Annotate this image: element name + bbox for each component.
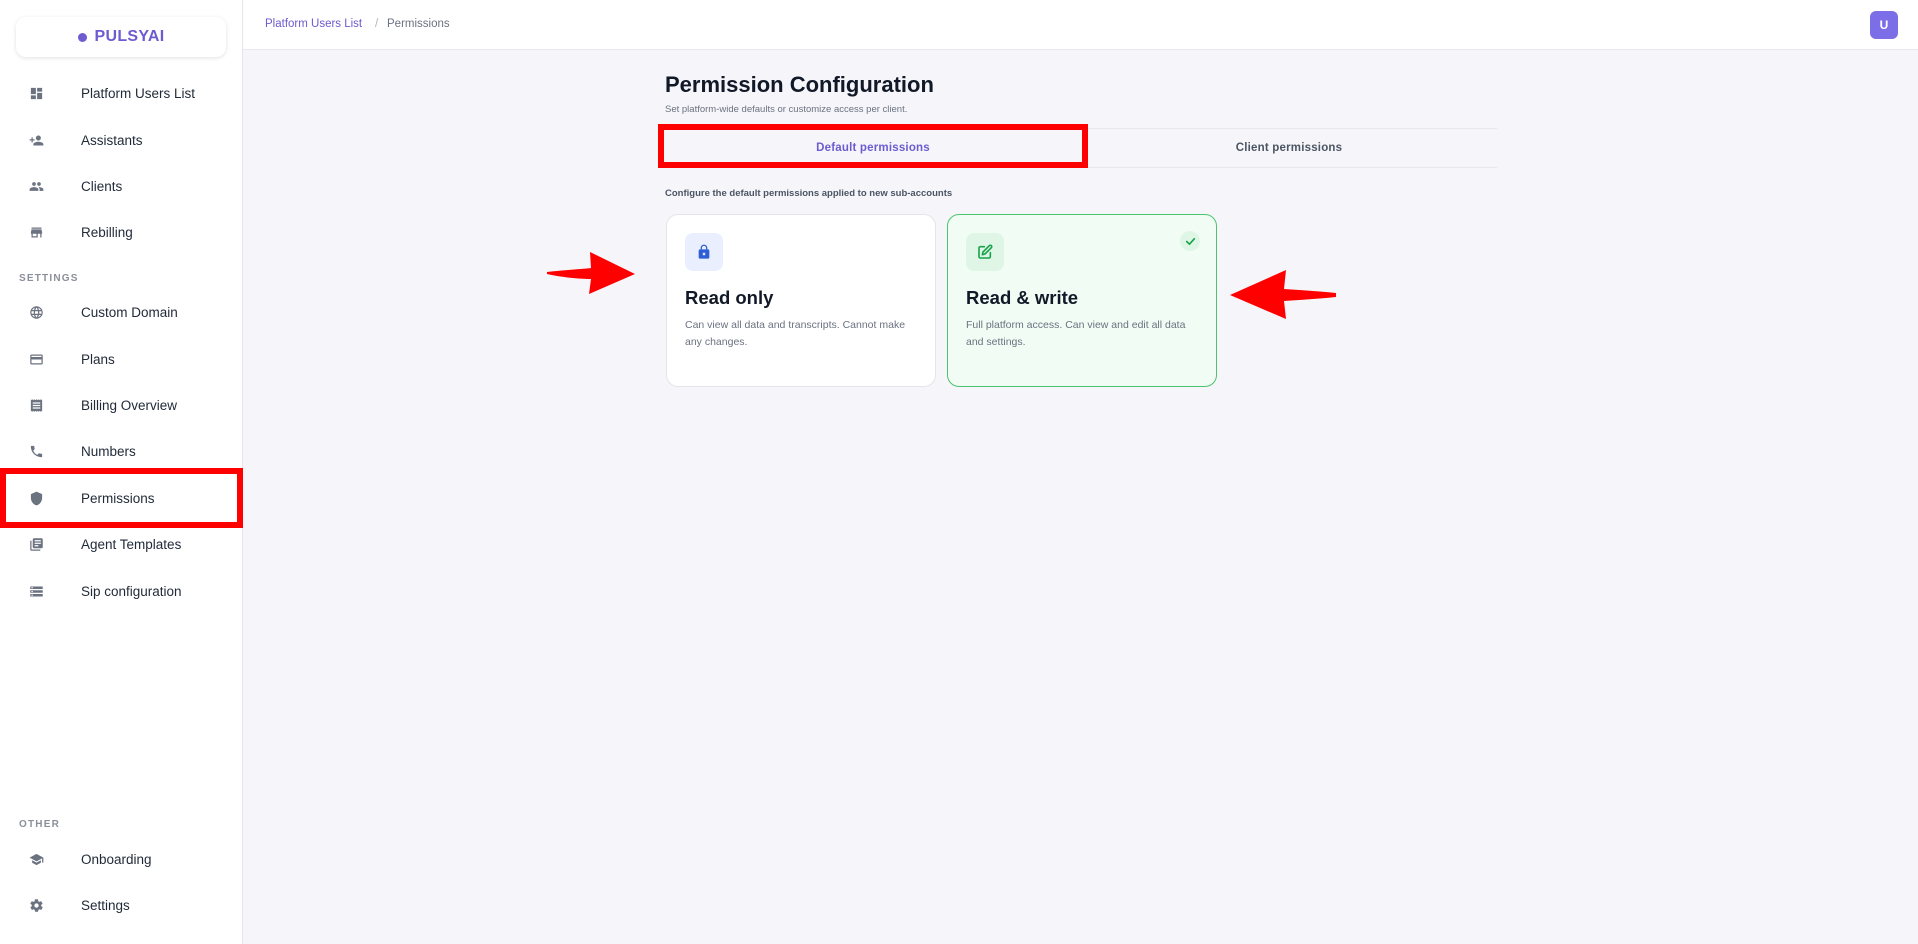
settings-section-title: SETTINGS: [19, 273, 79, 284]
phone-icon: [28, 443, 44, 459]
card-description: Can view all data and transcripts. Canno…: [685, 319, 906, 348]
lock-icon: [685, 233, 723, 271]
sidebar-item-label: Clients: [81, 178, 123, 194]
person-add-icon: [28, 132, 44, 148]
card-description: Full platform access. Can view and edit …: [966, 319, 1186, 348]
credit-card-icon: [28, 351, 44, 367]
sidebar-item-agent-templates[interactable]: Agent Templates: [0, 522, 243, 566]
tab-client-permissions[interactable]: Client permissions: [1081, 129, 1497, 167]
sidebar-item-numbers[interactable]: Numbers: [0, 429, 243, 473]
tab-default-permissions[interactable]: Default permissions: [665, 129, 1081, 167]
sidebar-item-clients[interactable]: Clients: [0, 164, 243, 208]
page-subtitle: Set platform-wide defaults or customize …: [665, 104, 908, 115]
sidebar-item-label: Agent Templates: [81, 536, 182, 552]
sidebar-item-label: Numbers: [81, 443, 136, 459]
graduation-cap-icon: [28, 851, 44, 867]
permission-tabs: Default permissions Client permissions: [665, 128, 1497, 168]
sidebar-item-label: Assistants: [81, 132, 143, 148]
sidebar-item-rebilling[interactable]: Rebilling: [0, 210, 243, 254]
config-note: Configure the default permissions applie…: [665, 188, 953, 199]
breadcrumb-parent-link[interactable]: Platform Users List: [265, 18, 362, 30]
dashboard-icon: [28, 85, 44, 101]
library-icon: [28, 536, 44, 552]
shield-icon: [28, 490, 44, 506]
sidebar-item-billing-overview[interactable]: Billing Overview: [0, 383, 243, 427]
sidebar-item-label: Plans: [81, 351, 115, 367]
sidebar-item-label: Platform Users List: [81, 85, 196, 101]
avatar[interactable]: U: [1870, 11, 1898, 39]
right-arrow-icon: [547, 252, 635, 294]
checkmark-icon: [1180, 231, 1200, 251]
store-icon: [28, 224, 44, 240]
card-title: Read only: [685, 287, 774, 308]
other-section-title: OTHER: [19, 819, 60, 830]
read-only-card[interactable]: Read only Can view all data and transcri…: [666, 214, 936, 387]
page-title: Permission Configuration: [665, 72, 934, 97]
sidebar-item-label: Settings: [81, 897, 130, 913]
left-arrow-icon: [1230, 270, 1336, 319]
globe-icon: [28, 304, 44, 320]
sidebar-item-sip-configuration[interactable]: Sip configuration: [0, 569, 243, 613]
sidebar-item-platform-users-list[interactable]: Platform Users List: [0, 71, 243, 115]
sidebar-item-label: Onboarding: [81, 851, 152, 867]
sidebar-item-label: Billing Overview: [81, 397, 178, 413]
sidebar-item-label: Rebilling: [81, 224, 133, 240]
sidebar-item-assistants[interactable]: Assistants: [0, 118, 243, 162]
sidebar-item-label: Custom Domain: [81, 304, 178, 320]
brand-name: PULSYAI: [94, 28, 165, 45]
brand-dot-icon: [77, 32, 87, 42]
group-icon: [28, 178, 44, 194]
sidebar-item-custom-domain[interactable]: Custom Domain: [0, 290, 243, 334]
sidebar: PULSYAI Platform Users List Assistants C…: [0, 0, 243, 944]
receipt-icon: [28, 397, 44, 413]
read-write-card[interactable]: Read & write Full platform access. Can v…: [947, 214, 1217, 387]
sidebar-item-label: Sip configuration: [81, 583, 182, 599]
breadcrumb-current: Permissions: [387, 18, 450, 30]
edit-icon: [966, 233, 1004, 271]
brand-logo[interactable]: PULSYAI: [16, 17, 226, 57]
sidebar-item-permissions[interactable]: Permissions: [0, 476, 243, 520]
top-header: Platform Users List / Permissions U: [243, 0, 1918, 50]
sidebar-item-settings[interactable]: Settings: [0, 883, 243, 927]
sidebar-item-onboarding[interactable]: Onboarding: [0, 837, 243, 881]
sidebar-item-plans[interactable]: Plans: [0, 337, 243, 381]
storage-icon: [28, 583, 44, 599]
gear-icon: [28, 897, 44, 913]
breadcrumb-separator: /: [375, 18, 379, 30]
card-title: Read & write: [966, 287, 1079, 308]
sidebar-item-label: Permissions: [81, 490, 155, 506]
